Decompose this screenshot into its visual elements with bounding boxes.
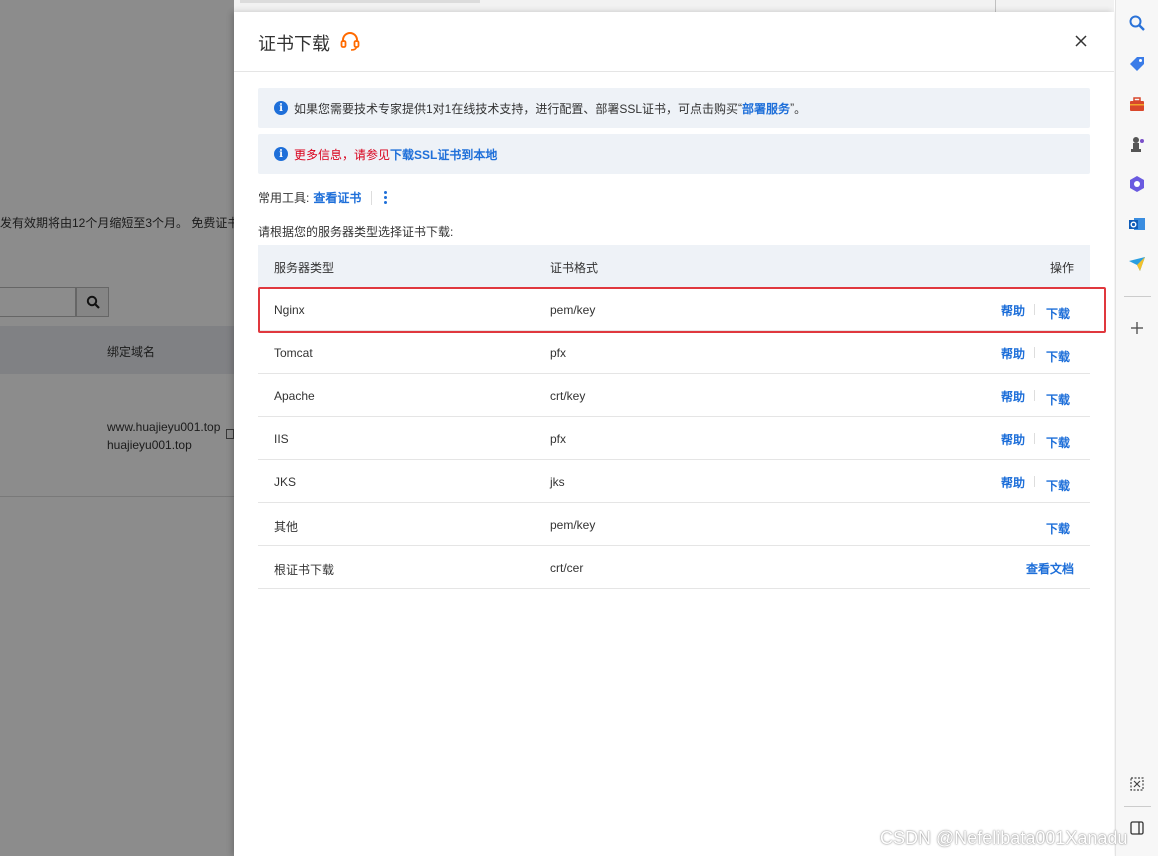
server-type: 其他 bbox=[274, 520, 299, 534]
sidebar-divider bbox=[1124, 296, 1151, 297]
download-link[interactable]: 下载 bbox=[1046, 348, 1070, 365]
modal-mask[interactable] bbox=[0, 0, 234, 856]
close-icon[interactable] bbox=[1072, 32, 1090, 50]
tag-icon[interactable] bbox=[1127, 54, 1147, 74]
header-action: 操作 bbox=[1049, 261, 1074, 275]
cert-format: crt/key bbox=[550, 389, 586, 403]
tools-divider bbox=[371, 190, 373, 205]
info-icon: i bbox=[274, 101, 288, 115]
cert-format: pfx bbox=[550, 432, 567, 446]
server-type-table: 服务器类型 证书格式 操作 Nginx pem/key 帮助 下载 Tomcat… bbox=[258, 245, 1090, 589]
help-link[interactable]: 帮助 bbox=[1001, 345, 1025, 362]
download-link[interactable]: 下载 bbox=[1046, 391, 1070, 408]
cert-format: pfx bbox=[550, 346, 567, 360]
info-icon: i bbox=[274, 147, 288, 161]
table-row: IIS pfx 帮助 下载 bbox=[258, 417, 1090, 460]
action-divider bbox=[1034, 304, 1035, 315]
common-tools: 常用工具: 查看证书 bbox=[258, 189, 391, 206]
download-ssl-link[interactable]: 下载SSL证书到本地 bbox=[390, 146, 497, 163]
sidebar-divider bbox=[1124, 806, 1151, 807]
action-divider bbox=[1034, 347, 1035, 358]
table-row: Nginx pem/key 帮助 下载 bbox=[258, 288, 1090, 331]
table-row: Apache crt/key 帮助 下载 bbox=[258, 374, 1090, 417]
cert-format: pem/key bbox=[550, 303, 596, 317]
add-icon[interactable] bbox=[1127, 318, 1147, 338]
download-link[interactable]: 下载 bbox=[1046, 305, 1070, 322]
drawer-header: 证书下载 bbox=[234, 12, 1114, 72]
server-type: Nginx bbox=[274, 303, 305, 317]
server-type: 根证书下载 bbox=[274, 563, 335, 577]
send-icon[interactable] bbox=[1127, 254, 1147, 274]
copilot-icon[interactable] bbox=[1127, 174, 1147, 194]
cert-format: crt/cer bbox=[550, 561, 584, 575]
table-row: 其他 pem/key 下载 bbox=[258, 503, 1090, 546]
download-link[interactable]: 下载 bbox=[1046, 434, 1070, 451]
server-type: IIS bbox=[274, 432, 289, 446]
help-link[interactable]: 帮助 bbox=[1001, 388, 1025, 405]
more-info-text: 更多信息，请参见 bbox=[294, 147, 391, 162]
chess-icon[interactable] bbox=[1127, 134, 1147, 154]
modal-mask-top bbox=[234, 0, 1114, 12]
server-type: JKS bbox=[274, 475, 297, 489]
action-divider bbox=[1034, 433, 1035, 444]
cert-format: pem/key bbox=[550, 518, 596, 532]
outlook-icon[interactable] bbox=[1127, 214, 1147, 234]
server-type: Apache bbox=[274, 389, 315, 403]
header-cert-format: 证书格式 bbox=[550, 261, 599, 275]
headset-icon[interactable] bbox=[339, 30, 361, 52]
drawer-title: 证书下载 bbox=[258, 34, 330, 54]
download-link[interactable]: 下载 bbox=[1046, 520, 1070, 537]
table-header: 服务器类型 证书格式 操作 bbox=[258, 245, 1090, 288]
search-icon[interactable] bbox=[1127, 13, 1147, 33]
deploy-service-notice: i 如果您需要技术专家提供1对1在线技术支持，进行配置、部署SSL证书，可点击购… bbox=[258, 88, 1090, 128]
table-row: JKS jks 帮助 下载 bbox=[258, 460, 1090, 503]
notice-text: 如果您需要技术专家提供1对1在线技术支持，进行配置、部署SSL证书，可点击购买 bbox=[294, 101, 739, 116]
certificate-download-drawer: 证书下载 i 如果您需要技术专家提供1对1在线技术支持，进行配置、部署SSL证书… bbox=[234, 12, 1114, 856]
table-row: 根证书下载 crt/cer 查看文档 bbox=[258, 546, 1090, 589]
cert-format: jks bbox=[550, 475, 565, 489]
deploy-service-link[interactable]: 部署服务 bbox=[742, 100, 790, 117]
tools-label: 常用工具: bbox=[258, 191, 310, 205]
briefcase-icon[interactable] bbox=[1127, 94, 1147, 114]
help-link[interactable]: 帮助 bbox=[1001, 431, 1025, 448]
more-info-notice: i 更多信息，请参见 下载SSL证书到本地 bbox=[258, 134, 1090, 174]
choose-server-text: 请根据您的服务器类型选择证书下载: bbox=[258, 225, 454, 239]
server-type: Tomcat bbox=[274, 346, 313, 360]
view-certificate-link[interactable]: 查看证书 bbox=[313, 189, 361, 206]
table-row: Tomcat pfx 帮助 下载 bbox=[258, 331, 1090, 374]
header-server-type: 服务器类型 bbox=[274, 261, 335, 275]
screenshot-icon[interactable] bbox=[1127, 774, 1147, 794]
watermark: CSDN @Nefelibata001Xanadu bbox=[880, 828, 1128, 848]
action-divider bbox=[1034, 476, 1035, 487]
more-icon[interactable] bbox=[380, 189, 391, 206]
notice-suffix: 。 bbox=[794, 101, 807, 116]
view-docs-link[interactable]: 查看文档 bbox=[1026, 560, 1074, 577]
sidebar-toggle-icon[interactable] bbox=[1127, 818, 1147, 838]
browser-sidebar bbox=[1115, 0, 1158, 856]
action-divider bbox=[1034, 390, 1035, 401]
help-link[interactable]: 帮助 bbox=[1001, 302, 1025, 319]
help-link[interactable]: 帮助 bbox=[1001, 474, 1025, 491]
download-link[interactable]: 下载 bbox=[1046, 477, 1070, 494]
